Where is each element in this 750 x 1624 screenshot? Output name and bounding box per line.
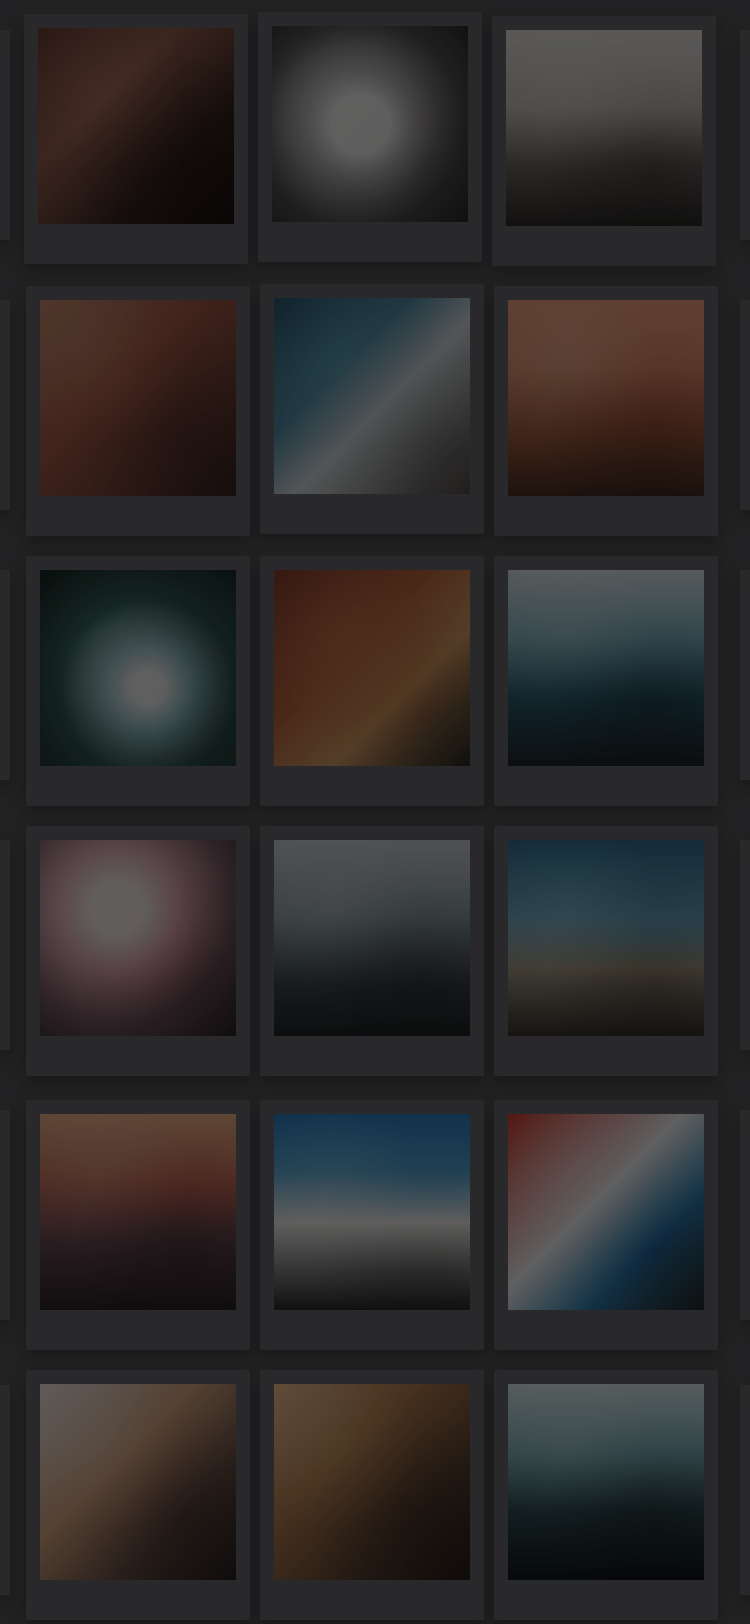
polaroid-card[interactable]: [260, 556, 484, 806]
screen: [0, 0, 750, 1624]
photo[interactable]: [40, 1384, 236, 1580]
photo[interactable]: [508, 1114, 704, 1310]
polaroid-card[interactable]: [260, 284, 484, 534]
photo-caption: [40, 504, 236, 524]
polaroid-card[interactable]: [24, 14, 248, 264]
photo-caption: [508, 1588, 704, 1608]
grid-edge: [0, 840, 10, 1050]
photo[interactable]: [40, 1114, 236, 1310]
polaroid-card[interactable]: [494, 1370, 718, 1620]
photo-caption: [508, 774, 704, 794]
photo-caption: [508, 1044, 704, 1064]
polaroid-card[interactable]: [26, 1100, 250, 1350]
photo[interactable]: [508, 840, 704, 1036]
photo[interactable]: [274, 570, 470, 766]
photo-caption: [508, 504, 704, 524]
photo-caption: [274, 774, 470, 794]
photo-caption: [38, 232, 234, 252]
grid-edge: [740, 300, 750, 510]
polaroid-card[interactable]: [260, 826, 484, 1076]
polaroid-grid: [0, 0, 750, 1624]
polaroid-card[interactable]: [26, 1370, 250, 1620]
grid-edge: [0, 570, 10, 780]
grid-edge: [740, 30, 750, 240]
polaroid-card[interactable]: [26, 556, 250, 806]
photo-caption: [274, 1044, 470, 1064]
polaroid-card[interactable]: [494, 826, 718, 1076]
grid-edge: [740, 1385, 750, 1595]
polaroid-card[interactable]: [492, 16, 716, 266]
polaroid-card[interactable]: [494, 286, 718, 536]
polaroid-card[interactable]: [26, 826, 250, 1076]
photo-caption: [508, 1318, 704, 1338]
grid-edge: [0, 1110, 10, 1320]
grid-edge: [0, 1385, 10, 1595]
photo[interactable]: [272, 26, 468, 222]
photo-caption: [40, 1318, 236, 1338]
photo[interactable]: [508, 300, 704, 496]
photo[interactable]: [40, 300, 236, 496]
photo[interactable]: [508, 1384, 704, 1580]
polaroid-card[interactable]: [494, 556, 718, 806]
photo[interactable]: [274, 840, 470, 1036]
photo[interactable]: [274, 1384, 470, 1580]
photo[interactable]: [274, 1114, 470, 1310]
polaroid-card[interactable]: [260, 1100, 484, 1350]
photo-caption: [40, 774, 236, 794]
photo[interactable]: [506, 30, 702, 226]
photo-caption: [274, 1318, 470, 1338]
polaroid-card[interactable]: [494, 1100, 718, 1350]
photo[interactable]: [40, 570, 236, 766]
polaroid-card[interactable]: [258, 12, 482, 262]
photo-caption: [272, 230, 468, 250]
grid-edge: [740, 840, 750, 1050]
photo[interactable]: [40, 840, 236, 1036]
photo-caption: [506, 234, 702, 254]
photo-caption: [274, 502, 470, 522]
photo[interactable]: [508, 570, 704, 766]
photo-caption: [40, 1588, 236, 1608]
polaroid-card[interactable]: [260, 1370, 484, 1620]
photo[interactable]: [274, 298, 470, 494]
grid-edge: [0, 30, 10, 240]
photo-caption: [40, 1044, 236, 1064]
photo-caption: [274, 1588, 470, 1608]
grid-edge: [0, 300, 10, 510]
grid-edge: [740, 570, 750, 780]
photo[interactable]: [38, 28, 234, 224]
grid-edge: [740, 1110, 750, 1320]
polaroid-card[interactable]: [26, 286, 250, 536]
